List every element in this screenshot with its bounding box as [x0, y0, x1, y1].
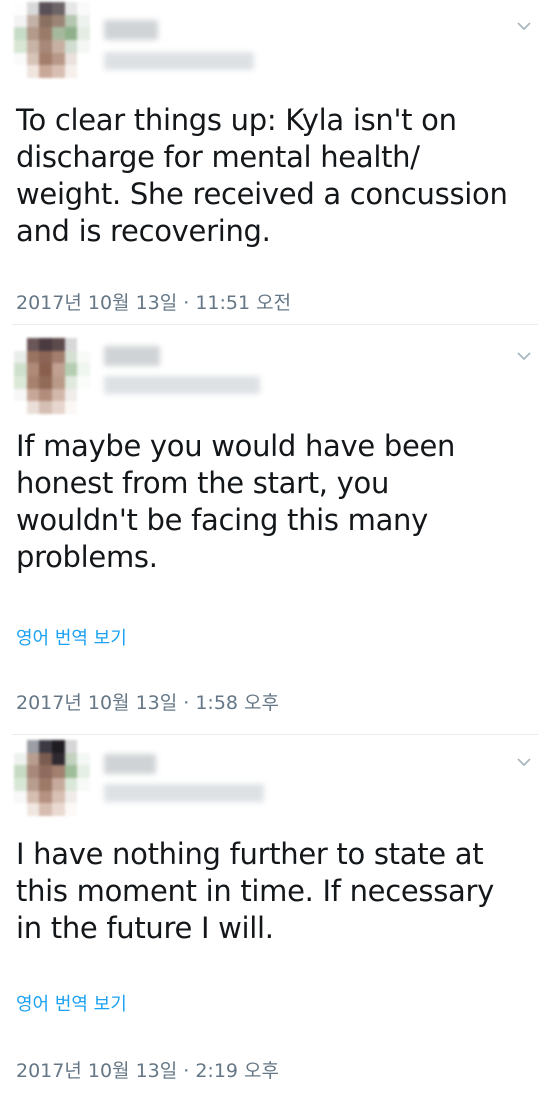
handle-blurred: [104, 52, 254, 70]
handle-blurred: [104, 784, 264, 802]
tweet-divider: [12, 324, 538, 325]
tweet-timestamp[interactable]: 2017년 10월 13일 · 11:51 오전: [16, 288, 291, 315]
tweet-text: To clear things up: Kyla isn't on discha…: [16, 103, 508, 248]
chevron-down-icon[interactable]: [514, 348, 534, 364]
avatar[interactable]: [14, 338, 90, 414]
tweet-text: If maybe you would have been honest from…: [16, 429, 456, 574]
avatar[interactable]: [14, 2, 90, 78]
chevron-down-icon[interactable]: [514, 754, 534, 770]
tweet-timestamp[interactable]: 2017년 10월 13일 · 2:19 오후: [16, 1056, 279, 1083]
translate-tweet-link[interactable]: 영어 번역 보기: [16, 990, 127, 1016]
chevron-down-icon[interactable]: [514, 18, 534, 34]
display-name-blurred[interactable]: [104, 346, 160, 366]
display-name-blurred[interactable]: [104, 754, 156, 774]
avatar[interactable]: [14, 740, 90, 816]
tweet-3: I have nothing further to state at this …: [0, 734, 550, 1093]
tweet-1: To clear things up: Kyla isn't on discha…: [0, 0, 550, 324]
tweet-divider: [12, 734, 538, 735]
handle-blurred: [104, 376, 260, 394]
translate-tweet-link[interactable]: 영어 번역 보기: [16, 624, 127, 650]
tweet-text: I have nothing further to state at this …: [16, 837, 494, 945]
tweet-timestamp[interactable]: 2017년 10월 13일 · 1:58 오후: [16, 688, 279, 715]
tweet-2: If maybe you would have been honest from…: [0, 324, 550, 734]
display-name-blurred[interactable]: [104, 20, 158, 40]
